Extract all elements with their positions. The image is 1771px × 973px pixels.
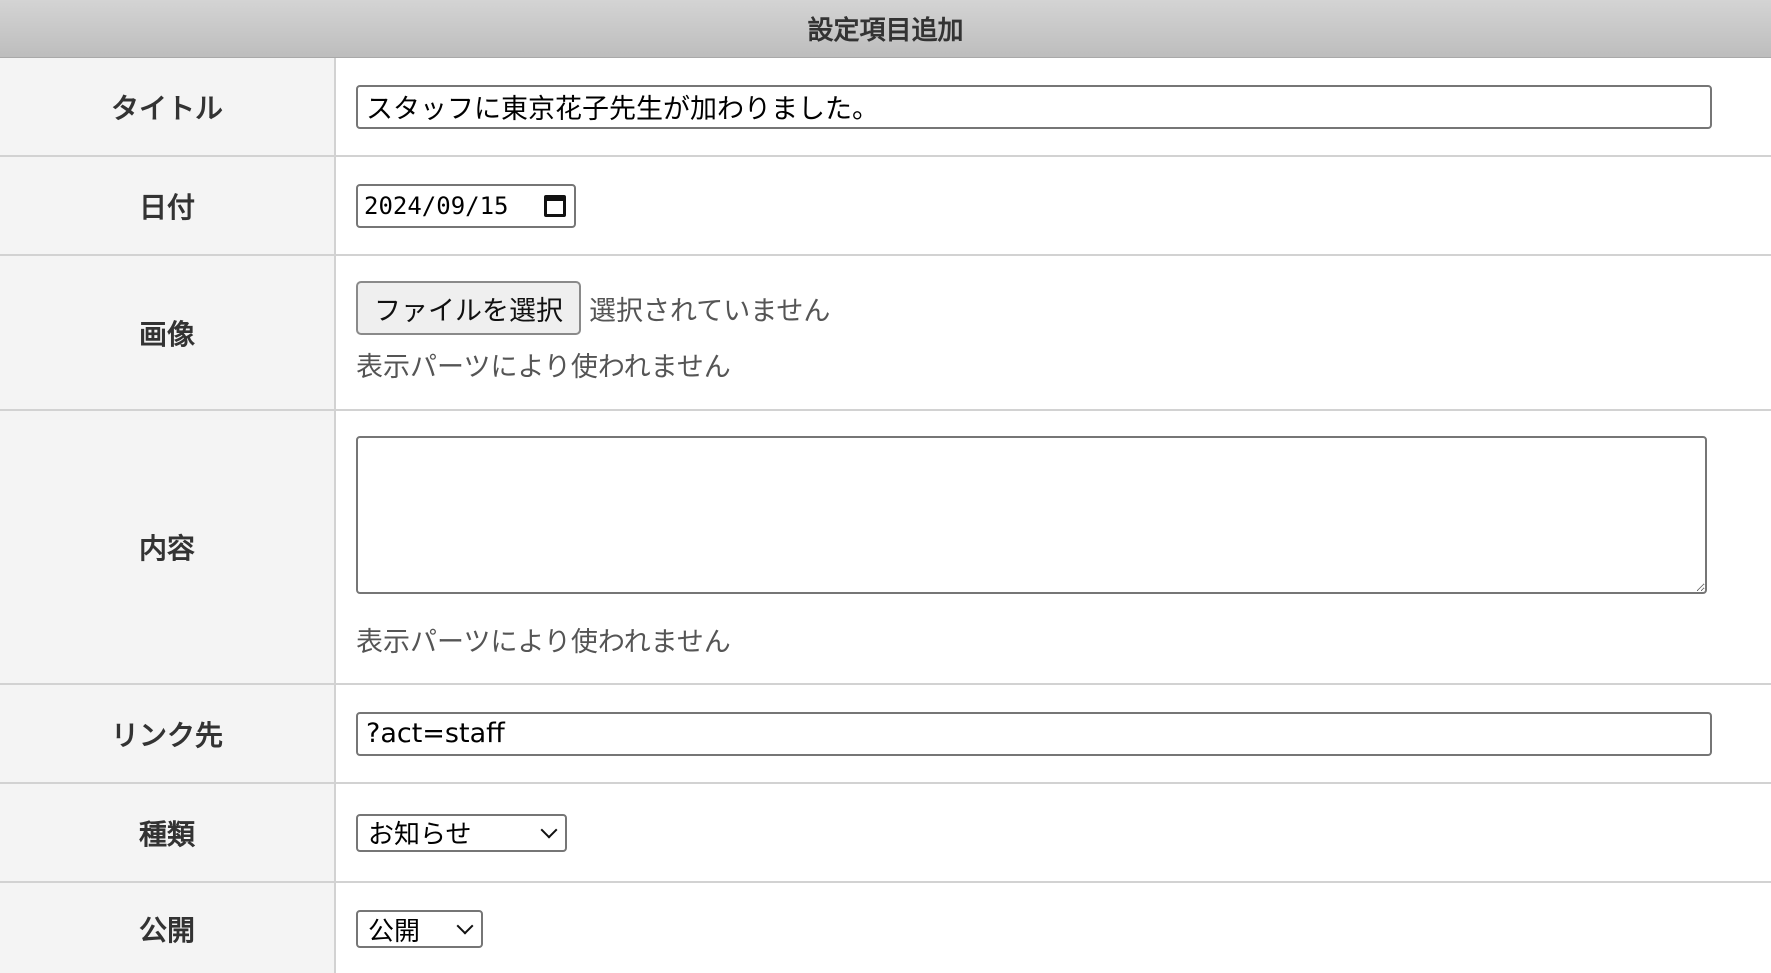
content-row: 内容 表示パーツにより使われません xyxy=(0,411,1771,685)
type-label: 種類 xyxy=(138,817,195,851)
publish-selected: 公開 xyxy=(368,916,421,947)
publish-select[interactable]: 公開 xyxy=(356,910,483,948)
chevron-down-icon xyxy=(456,917,474,935)
type-select[interactable]: お知らせ xyxy=(356,813,567,852)
form-title: 設定項目追加 xyxy=(807,16,964,46)
content-label: 内容 xyxy=(138,532,195,565)
chevron-down-icon xyxy=(540,821,558,838)
type-selected: お知らせ xyxy=(368,820,472,850)
date-label: 日付 xyxy=(138,190,195,224)
date-value: 2024/09/15 xyxy=(364,191,509,220)
form-header: 設定項目追加 xyxy=(0,0,1771,58)
content-note: 表示パーツにより使われません xyxy=(356,626,731,658)
file-status: 選択されていません xyxy=(589,295,831,327)
title-value-cell xyxy=(336,58,1771,155)
publish-label-cell: 公開 xyxy=(0,883,336,973)
publish-value-cell: 公開 xyxy=(336,883,1771,973)
publish-row: 公開 公開 xyxy=(0,883,1771,973)
date-row: 日付 2024/09/15 xyxy=(0,157,1771,256)
calendar-icon[interactable] xyxy=(544,194,566,217)
file-picker: ファイルを選択 選択されていません xyxy=(356,281,1771,335)
link-label: リンク先 xyxy=(110,718,223,752)
image-label-cell: 画像 xyxy=(0,256,336,409)
type-label-cell: 種類 xyxy=(0,784,336,881)
link-input[interactable] xyxy=(356,711,1712,756)
type-value-cell: お知らせ xyxy=(336,784,1771,881)
link-label-cell: リンク先 xyxy=(0,685,336,782)
date-value-cell: 2024/09/15 xyxy=(336,157,1771,254)
title-input[interactable] xyxy=(356,84,1712,129)
content-label-cell: 内容 xyxy=(0,411,336,683)
type-row: 種類 お知らせ xyxy=(0,784,1771,883)
title-label: タイトル xyxy=(110,91,223,125)
title-row: タイトル xyxy=(0,58,1771,157)
link-value-cell xyxy=(336,685,1771,782)
settings-add-form: 設定項目追加 タイトル 日付 2024/09/15 画像 ファイルを選択 xyxy=(0,0,1771,973)
date-input[interactable]: 2024/09/15 xyxy=(356,183,576,228)
content-textarea[interactable] xyxy=(356,435,1707,594)
image-row: 画像 ファイルを選択 選択されていません 表示パーツにより使われません xyxy=(0,256,1771,411)
image-label: 画像 xyxy=(138,317,195,351)
choose-file-button[interactable]: ファイルを選択 xyxy=(356,281,581,335)
image-value-cell: ファイルを選択 選択されていません 表示パーツにより使われません xyxy=(336,256,1771,409)
title-label-cell: タイトル xyxy=(0,58,336,155)
publish-label: 公開 xyxy=(138,914,195,947)
date-label-cell: 日付 xyxy=(0,157,336,254)
content-value-cell: 表示パーツにより使われません xyxy=(336,411,1771,683)
image-note: 表示パーツにより使われません xyxy=(356,352,731,383)
link-row: リンク先 xyxy=(0,685,1771,784)
